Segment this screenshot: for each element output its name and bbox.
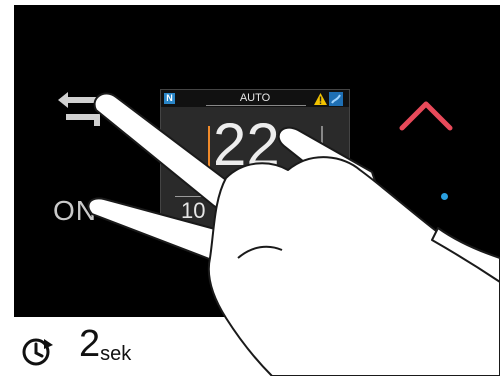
hand-icon: [87, 92, 500, 376]
hold-duration-label: 2sek: [79, 323, 132, 365]
press-hold-timer-icon: [22, 338, 53, 366]
